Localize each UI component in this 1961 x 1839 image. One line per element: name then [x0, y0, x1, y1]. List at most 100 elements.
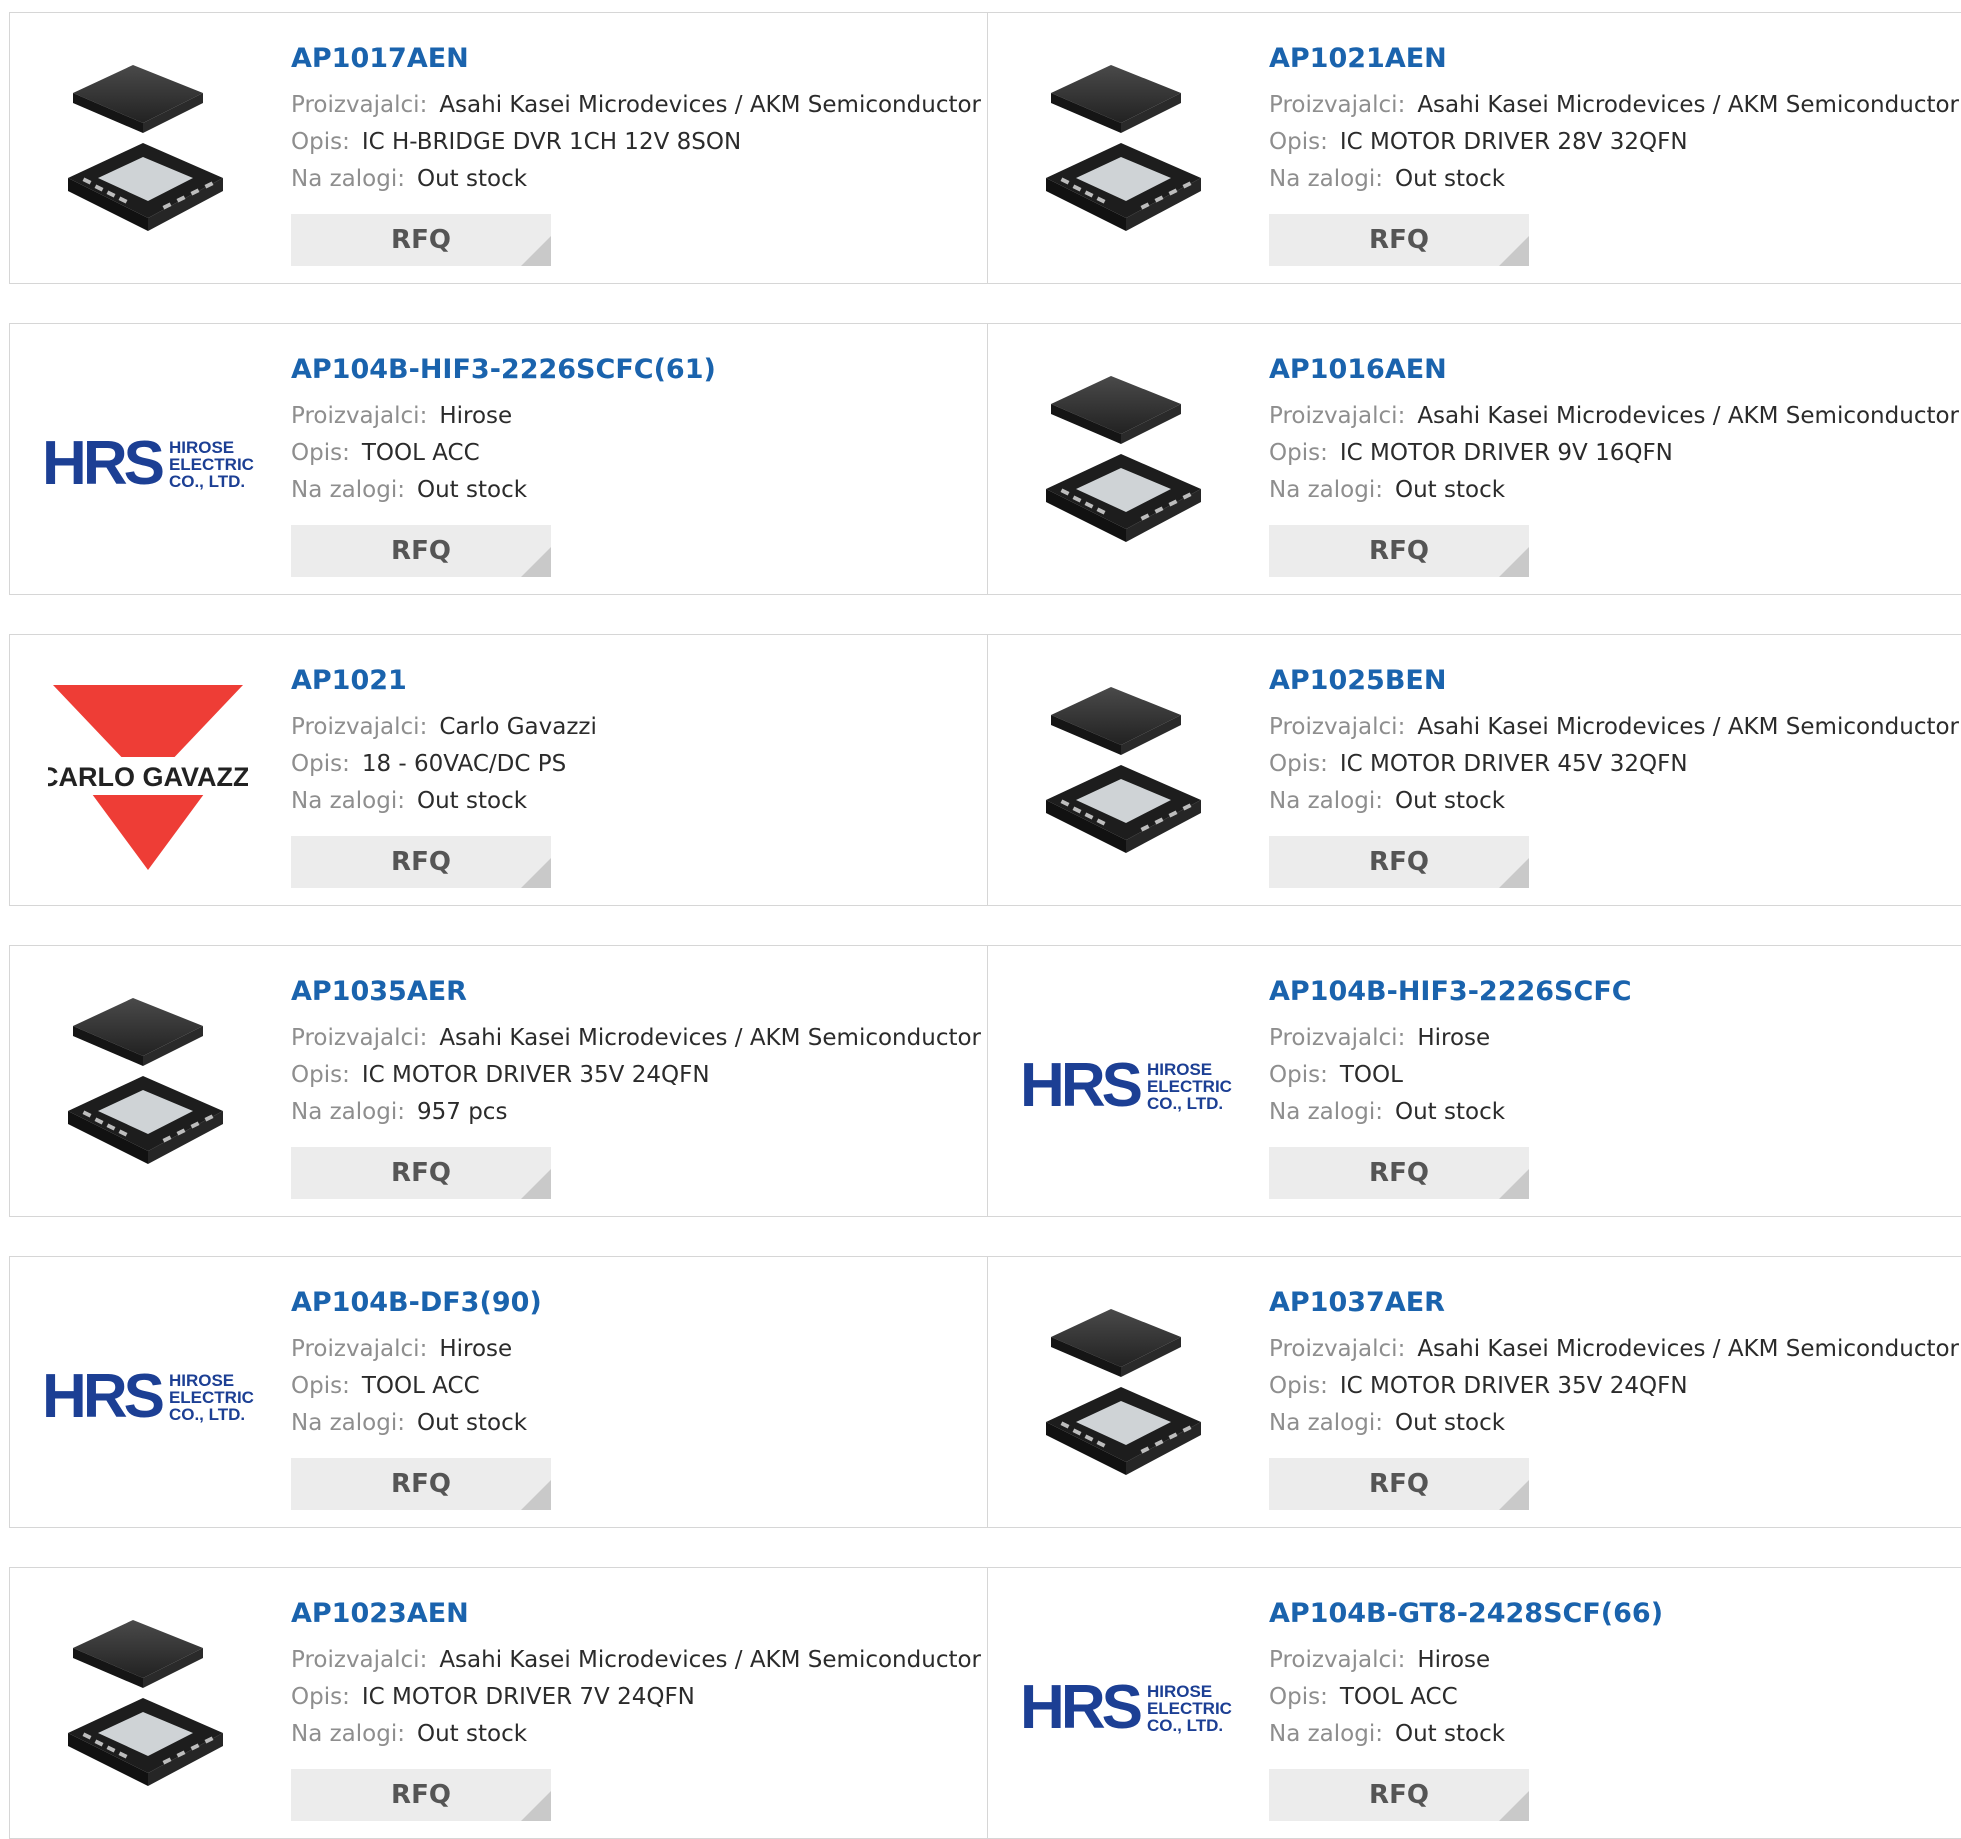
hrs-logo-mark: HRS — [1020, 1051, 1143, 1120]
product-info: AP1035AER Proizvajalci: Asahi Kasei Microd… — [291, 976, 981, 1199]
product-image[interactable] — [1026, 675, 1226, 875]
manufacturer-label: Proizvajalci: — [291, 1647, 428, 1673]
corner-fold-icon — [521, 547, 551, 577]
hirose-logo: HRS HIROSE ELECTRIC CO., LTD. — [42, 433, 254, 495]
stock-line: Na zalogi: Out stock — [291, 1716, 981, 1753]
description-label: Opis: — [291, 751, 350, 777]
product-part-link[interactable]: AP1021AEN — [1269, 43, 1959, 74]
product-image[interactable] — [48, 986, 248, 1186]
carlo-gavazzi-logo: CARLO GAVAZZI — [48, 685, 248, 870]
stock-line: Na zalogi: Out stock — [1269, 161, 1959, 198]
corner-fold-icon — [521, 1791, 551, 1821]
product-card: AP1037AER Proizvajalci: Asahi Kasei Microd… — [988, 1257, 1961, 1527]
product-image[interactable]: HRS HIROSE ELECTRIC CO., LTD. — [1020, 1608, 1232, 1808]
rfq-button[interactable]: RFQ — [1269, 525, 1529, 577]
product-part-link[interactable]: AP104B-DF3(90) — [291, 1287, 551, 1318]
product-part-link[interactable]: AP104B-GT8-2428SCF(66) — [1269, 1598, 1663, 1629]
rfq-button[interactable]: RFQ — [1269, 214, 1529, 266]
stock-line: Na zalogi: Out stock — [1269, 1094, 1632, 1131]
product-image[interactable]: HRS HIROSE ELECTRIC CO., LTD. — [42, 364, 254, 564]
chip-package-icon — [1046, 687, 1201, 853]
hrs-logo-line: CO., LTD. — [1146, 1715, 1224, 1735]
rfq-label: RFQ — [391, 1158, 451, 1188]
manufacturer-value: Asahi Kasei Microdevices / AKM Semicondu… — [1417, 403, 1960, 429]
description-line: Opis: IC MOTOR DRIVER 45V 32QFN — [1269, 746, 1959, 783]
manufacturer-value: Asahi Kasei Microdevices / AKM Semicondu… — [1417, 92, 1960, 118]
product-image[interactable] — [48, 1608, 248, 1808]
description-value: TOOL ACC — [1339, 1684, 1458, 1710]
stock-line: Na zalogi: Out stock — [1269, 1716, 1663, 1753]
description-label: Opis: — [1269, 1373, 1328, 1399]
rfq-button[interactable]: RFQ — [291, 525, 551, 577]
product-image[interactable] — [48, 53, 248, 253]
manufacturer-label: Proizvajalci: — [1269, 714, 1406, 740]
rfq-button[interactable]: RFQ — [291, 1147, 551, 1199]
product-image[interactable]: CARLO GAVAZZI — [48, 675, 248, 875]
manufacturer-value: Hirose — [439, 403, 513, 429]
stock-label: Na zalogi: — [1269, 788, 1383, 814]
product-info: AP1021 Proizvajalci: Carlo Gavazzi Opis: 18 … — [291, 665, 597, 888]
description-label: Opis: — [291, 1062, 350, 1088]
product-part-link[interactable]: AP104B-HIF3-2226SCFC — [1269, 976, 1632, 1007]
product-image[interactable] — [1026, 53, 1226, 253]
corner-fold-icon — [1499, 1791, 1529, 1821]
product-card: HRS HIROSE ELECTRIC CO., LTD. AP104B-HIF3-22… — [10, 324, 988, 594]
rfq-button[interactable]: RFQ — [291, 1769, 551, 1821]
product-part-link[interactable]: AP1021 — [291, 665, 597, 696]
product-part-link[interactable]: AP1023AEN — [291, 1598, 981, 1629]
product-image[interactable] — [1026, 1297, 1226, 1497]
description-value: TOOL — [1339, 1062, 1403, 1088]
product-card: HRS HIROSE ELECTRIC CO., LTD. AP104B-GT8-242… — [988, 1568, 1961, 1838]
rfq-button[interactable]: RFQ — [1269, 1458, 1529, 1510]
manufacturer-line: Proizvajalci: Hirose — [1269, 1020, 1632, 1057]
product-part-link[interactable]: AP1025BEN — [1269, 665, 1959, 696]
stock-value: Out stock — [1394, 1099, 1506, 1125]
stock-value: Out stock — [416, 477, 528, 503]
description-label: Opis: — [291, 129, 350, 155]
description-label: Opis: — [291, 1684, 350, 1710]
product-part-link[interactable]: AP1037AER — [1269, 1287, 1959, 1318]
product-image[interactable] — [1026, 364, 1226, 564]
rfq-button[interactable]: RFQ — [1269, 1769, 1529, 1821]
rfq-label: RFQ — [391, 1780, 451, 1810]
rfq-button[interactable]: RFQ — [291, 836, 551, 888]
manufacturer-label: Proizvajalci: — [291, 403, 428, 429]
product-row: AP1023AEN Proizvajalci: Asahi Kasei Microd… — [9, 1567, 1961, 1839]
hrs-logo-mark: HRS — [1020, 1673, 1143, 1742]
description-value: TOOL ACC — [361, 1373, 480, 1399]
hrs-logo-mark: HRS — [42, 1362, 165, 1431]
stock-label: Na zalogi: — [291, 1721, 405, 1747]
product-card: AP1023AEN Proizvajalci: Asahi Kasei Microd… — [10, 1568, 988, 1838]
hirose-logo: HRS HIROSE ELECTRIC CO., LTD. — [42, 1366, 254, 1428]
product-row: HRS HIROSE ELECTRIC CO., LTD. AP104B-HIF3-22… — [9, 323, 1961, 595]
description-value: IC MOTOR DRIVER 9V 16QFN — [1339, 440, 1673, 466]
description-value: IC MOTOR DRIVER 45V 32QFN — [1339, 751, 1688, 777]
rfq-button[interactable]: RFQ — [1269, 1147, 1529, 1199]
description-label: Opis: — [1269, 1062, 1328, 1088]
product-info: AP1016AEN Proizvajalci: Asahi Kasei Microd… — [1269, 354, 1959, 577]
rfq-button[interactable]: RFQ — [291, 1458, 551, 1510]
stock-value: Out stock — [1394, 1410, 1506, 1436]
rfq-button[interactable]: RFQ — [1269, 836, 1529, 888]
product-image[interactable]: HRS HIROSE ELECTRIC CO., LTD. — [1020, 986, 1232, 1186]
manufacturer-value: Hirose — [1417, 1647, 1491, 1673]
product-part-link[interactable]: AP1017AEN — [291, 43, 981, 74]
stock-value: 957 pcs — [416, 1099, 508, 1125]
corner-fold-icon — [521, 1169, 551, 1199]
product-card: HRS HIROSE ELECTRIC CO., LTD. AP104B-DF3(90)… — [10, 1257, 988, 1527]
description-line: Opis: IC MOTOR DRIVER 35V 24QFN — [291, 1057, 981, 1094]
chip-package-icon — [68, 998, 223, 1164]
hrs-logo-text: HIROSE ELECTRIC CO., LTD. — [169, 1372, 254, 1423]
corner-fold-icon — [1499, 858, 1529, 888]
description-value: IC MOTOR DRIVER 28V 32QFN — [1339, 129, 1688, 155]
product-info: AP104B-HIF3-2226SCFC(61) Proizvajalci: Hir… — [291, 354, 716, 577]
product-part-link[interactable]: AP1035AER — [291, 976, 981, 1007]
product-part-link[interactable]: AP104B-HIF3-2226SCFC(61) — [291, 354, 716, 385]
description-label: Opis: — [291, 440, 350, 466]
rfq-button[interactable]: RFQ — [291, 214, 551, 266]
rfq-label: RFQ — [1369, 1158, 1429, 1188]
product-image[interactable]: HRS HIROSE ELECTRIC CO., LTD. — [42, 1297, 254, 1497]
product-part-link[interactable]: AP1016AEN — [1269, 354, 1959, 385]
product-info: AP104B-HIF3-2226SCFC Proizvajalci: Hirose O… — [1269, 976, 1632, 1199]
product-info: AP1021AEN Proizvajalci: Asahi Kasei Microd… — [1269, 43, 1959, 266]
